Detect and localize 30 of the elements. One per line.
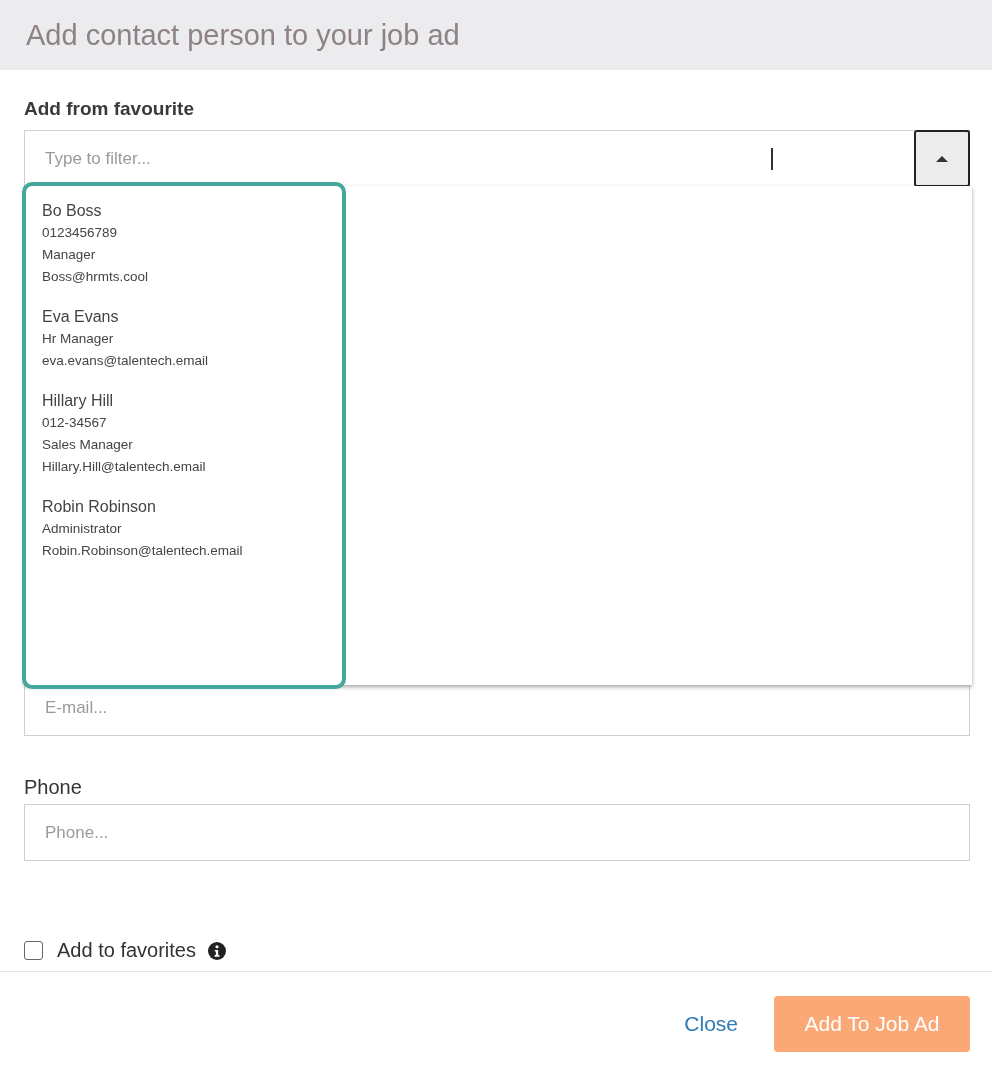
contact-detail: Hr Manager bbox=[42, 330, 115, 348]
contact-option[interactable]: Hillary Hill 012-34567 Sales Manager Hillary.Hill@talentech.email bbox=[24, 390, 972, 496]
contact-detail: Manager bbox=[42, 246, 97, 264]
checkbox-label: Add to favorites bbox=[57, 939, 196, 962]
contact-detail: Hillary.Hill@talentech.email bbox=[42, 458, 207, 476]
contact-option[interactable]: Robin Robinson Administrator Robin.Robinson@talentech.email bbox=[24, 496, 972, 580]
contact-name: Hillary Hill bbox=[42, 391, 115, 411]
contact-detail: Sales Manager bbox=[42, 436, 134, 454]
phone-field[interactable]: Phone... bbox=[25, 805, 969, 860]
email-field[interactable]: E-mail... bbox=[25, 680, 969, 735]
contact-detail: 0123456789 bbox=[42, 224, 119, 242]
caret-icon bbox=[936, 154, 948, 163]
field-label: Add from favourite bbox=[24, 98, 195, 120]
contact-detail: Administrator bbox=[42, 520, 123, 538]
contact-detail: Boss@hrmts.cool bbox=[42, 268, 149, 286]
contact-detail: eva.evans@talentech.email bbox=[42, 352, 210, 370]
contact-option[interactable]: Bo Boss 0123456789 Manager Boss@hrmts.cool bbox=[24, 200, 972, 306]
contact-option[interactable]: Eva Evans Hr Manager eva.evans@talentech.email bbox=[24, 306, 972, 390]
field-label: Phone bbox=[24, 776, 83, 799]
contact-detail: Robin.Robinson@talentech.email bbox=[42, 542, 244, 560]
contact-name: Robin Robinson bbox=[42, 497, 157, 517]
contact-name: Eva Evans bbox=[42, 307, 120, 327]
info-icon[interactable] bbox=[207, 941, 226, 960]
dropdown-toggle-button[interactable] bbox=[914, 130, 970, 187]
text-cursor-icon bbox=[771, 148, 773, 170]
checkbox[interactable] bbox=[24, 941, 43, 960]
dialog-title: Add contact person to your job ad bbox=[26, 18, 460, 52]
contact-detail: 012-34567 bbox=[42, 414, 108, 432]
contact-name: Bo Boss bbox=[42, 201, 103, 221]
close-button[interactable]: Close bbox=[682, 996, 740, 1052]
